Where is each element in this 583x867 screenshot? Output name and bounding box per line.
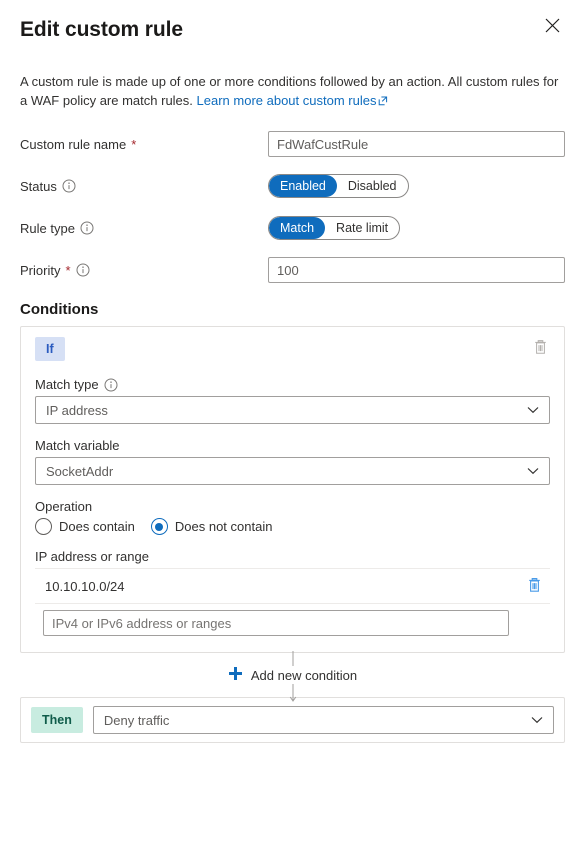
operation-label-text: Operation: [35, 499, 93, 514]
plus-icon: [228, 666, 243, 684]
ip-address-list: 10.10.10.0/24: [35, 568, 550, 638]
status-option-enabled[interactable]: Enabled: [269, 175, 337, 197]
action-value: Deny traffic: [103, 712, 170, 728]
field-row-status: Status Enabled Disabled: [20, 171, 565, 201]
match-type-label: Match type: [35, 377, 550, 392]
trash-icon: [533, 339, 548, 358]
condition-card: If Match type IP address Match variable …: [20, 326, 565, 653]
match-variable-select[interactable]: SocketAddr: [35, 457, 550, 485]
operation-radio-group: Does contain Does not contain: [35, 518, 550, 535]
status-label: Status: [20, 179, 268, 194]
info-icon[interactable]: [62, 179, 76, 193]
radio-does-not-contain-label: Does not contain: [174, 519, 273, 534]
panel-header: Edit custom rule: [0, 0, 583, 44]
description-text: A custom rule is made up of one or more …: [20, 72, 563, 111]
match-variable-label-text: Match variable: [35, 438, 120, 453]
action-select[interactable]: Deny traffic: [92, 706, 554, 734]
rule-type-label: Rule type: [20, 221, 268, 236]
trash-icon: [527, 577, 542, 596]
radio-does-contain[interactable]: Does contain: [35, 518, 135, 535]
delete-ip-entry-button[interactable]: [525, 575, 544, 598]
condition-card-header: If: [35, 337, 550, 363]
field-row-custom-rule-name: Custom rule name *: [20, 129, 565, 159]
radio-icon-unselected: [35, 518, 52, 535]
match-variable-label: Match variable: [35, 438, 550, 453]
ip-address-input[interactable]: [43, 610, 509, 636]
close-icon: [545, 18, 560, 33]
priority-label: Priority *: [20, 263, 268, 278]
list-item: 10.10.10.0/24: [35, 568, 550, 604]
add-new-condition-button[interactable]: Add new condition: [221, 666, 364, 684]
status-label-text: Status: [20, 178, 57, 194]
rule-type-toggle[interactable]: Match Rate limit: [268, 216, 401, 240]
external-link-icon: [378, 92, 388, 111]
priority-input[interactable]: [268, 257, 565, 283]
close-button[interactable]: [537, 10, 567, 40]
info-icon[interactable]: [80, 221, 94, 235]
required-marker: *: [131, 136, 137, 152]
status-toggle[interactable]: Enabled Disabled: [268, 174, 409, 198]
match-type-label-text: Match type: [35, 377, 99, 392]
rule-form: Custom rule name * Status Enabled Disabl…: [0, 129, 583, 285]
learn-more-link[interactable]: Learn more about custom rules: [197, 93, 377, 108]
rule-type-label-text: Rule type: [20, 220, 75, 236]
operation-label: Operation: [35, 499, 550, 514]
ip-address-label: IP address or range: [35, 549, 550, 564]
status-option-disabled[interactable]: Disabled: [337, 175, 408, 197]
custom-rule-name-label-text: Custom rule name: [20, 136, 127, 152]
rule-type-option-match[interactable]: Match: [269, 217, 326, 239]
if-badge: If: [35, 337, 65, 361]
info-icon[interactable]: [76, 263, 90, 277]
custom-rule-name-input[interactable]: [268, 131, 565, 157]
ip-entry-value: 10.10.10.0/24: [45, 578, 125, 594]
chevron-down-icon: [531, 716, 543, 724]
required-marker: *: [65, 262, 71, 278]
conditions-container: If Match type IP address Match variable …: [20, 326, 565, 702]
rule-type-option-rate-limit[interactable]: Rate limit: [325, 217, 399, 239]
custom-rule-name-label: Custom rule name *: [20, 137, 268, 152]
match-variable-value: SocketAddr: [46, 463, 114, 479]
chevron-down-icon: [527, 406, 539, 414]
page-title: Edit custom rule: [20, 18, 183, 41]
radio-does-not-contain[interactable]: Does not contain: [150, 518, 273, 535]
radio-does-contain-label: Does contain: [59, 519, 135, 534]
field-row-priority: Priority *: [20, 255, 565, 285]
info-icon[interactable]: [104, 378, 118, 392]
then-badge: Then: [31, 707, 83, 733]
match-type-select[interactable]: IP address: [35, 396, 550, 424]
conditions-section-title: Conditions: [20, 301, 99, 318]
match-type-value: IP address: [46, 402, 108, 418]
ip-address-label-text: IP address or range: [35, 549, 149, 564]
delete-condition-button[interactable]: [531, 337, 550, 360]
field-row-rule-type: Rule type Match Rate limit: [20, 213, 565, 243]
ip-input-row: [35, 604, 550, 638]
priority-label-text: Priority: [20, 262, 61, 278]
add-new-condition-label: Add new condition: [250, 667, 358, 683]
add-condition-connector: Add new condition: [20, 651, 565, 702]
radio-icon-selected: [150, 518, 168, 535]
chevron-down-icon: [527, 467, 539, 475]
